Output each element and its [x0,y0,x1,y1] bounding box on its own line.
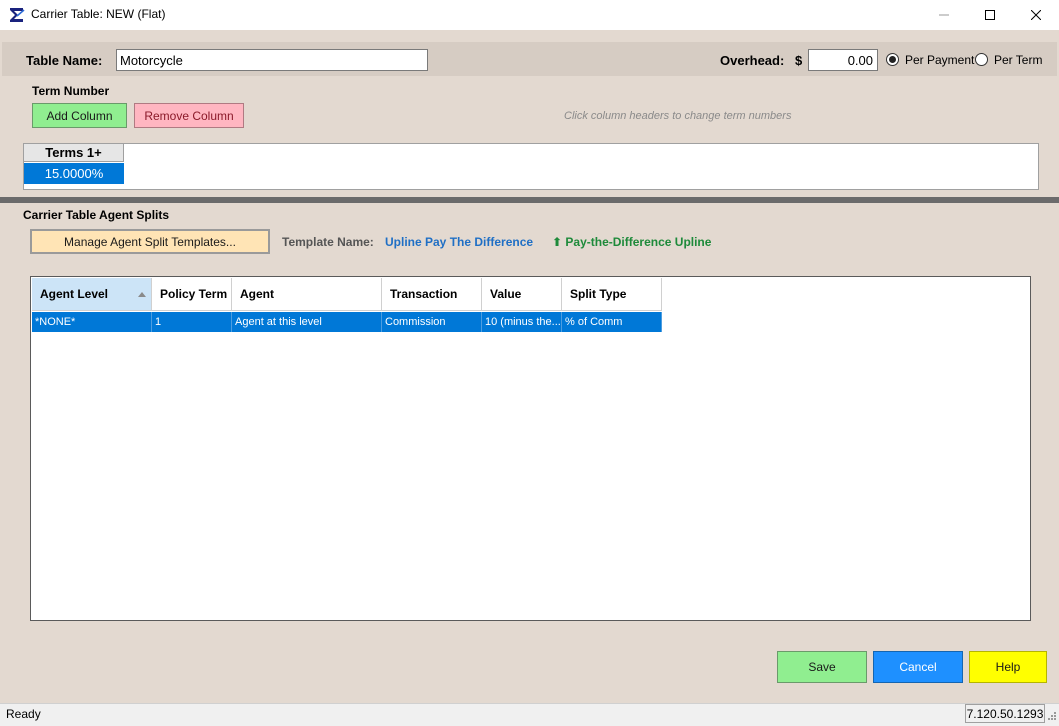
close-icon [1031,10,1041,20]
version-label: 7.120.50.1293 [965,704,1045,723]
table-cell-agent-level[interactable]: *NONE* [32,312,152,332]
add-column-button[interactable]: Add Column [32,103,127,128]
template-name-label: Template Name: [282,235,374,249]
column-header-label: Agent Level [40,287,109,301]
column-header-label: Split Type [570,287,627,301]
column-header-agent[interactable]: Agent [232,278,382,311]
column-header-label: Transaction [390,287,458,301]
overhead-input[interactable] [808,49,878,71]
currency-symbol: $ [795,53,803,68]
minimize-button[interactable] [921,0,967,30]
per-payment-label[interactable]: Per Payment [905,53,974,67]
terms-column-header[interactable]: Terms 1+ [24,144,124,162]
column-header-hint: Click column headers to change term numb… [564,110,792,122]
table-cell-transaction[interactable]: Commission [382,312,482,332]
minimize-icon [939,14,949,16]
terms-cell[interactable]: 15.0000% [24,163,124,184]
terms-grid [23,143,1039,190]
status-bar [0,703,1059,726]
per-payment-radio[interactable] [886,53,899,66]
window-title: Carrier Table: NEW (Flat) [31,7,166,21]
term-number-label: Term Number [32,84,110,98]
sigma-app-icon [10,8,25,22]
sort-ascending-icon [138,292,146,297]
column-header-policy-term[interactable]: Policy Term [152,278,232,311]
column-header-split-type[interactable]: Split Type [562,278,662,311]
cancel-button[interactable]: Cancel [873,651,963,683]
agent-splits-label: Carrier Table Agent Splits [23,208,170,222]
template-type-text: Pay-the-Difference Upline [565,235,712,249]
column-header-label: Agent [240,287,274,301]
maximize-icon [985,10,995,20]
column-header-transaction[interactable]: Transaction [382,278,482,311]
table-cell-policy-term[interactable]: 1 [152,312,232,332]
arrow-up-icon: ⬆︎ [552,235,563,249]
column-header-value[interactable]: Value [482,278,562,311]
section-splitter[interactable] [0,197,1059,203]
save-button[interactable]: Save [777,651,867,683]
column-header-label: Value [490,287,522,301]
per-term-radio[interactable] [975,53,988,66]
per-term-label[interactable]: Per Term [994,53,1042,67]
remove-column-button[interactable]: Remove Column [134,103,244,128]
resize-grip-icon[interactable] [1046,710,1057,722]
table-cell-value[interactable]: 10 (minus the... [482,312,562,332]
template-type-value: ⬆︎ Pay-the-Difference Upline [552,235,711,249]
maximize-button[interactable] [967,0,1013,30]
close-button[interactable] [1013,0,1059,30]
column-header-agent-level[interactable]: Agent Level [32,278,152,311]
table-cell-agent[interactable]: Agent at this level [232,312,382,332]
overhead-label: Overhead: [720,53,785,68]
table-name-label: Table Name: [26,53,103,68]
status-text: Ready [6,707,41,721]
template-name-value: Upline Pay The Difference [385,235,534,249]
table-cell-split-type[interactable]: % of Comm [562,312,662,332]
table-name-input[interactable] [116,49,428,71]
column-header-label: Policy Term [160,287,228,301]
help-button[interactable]: Help [969,651,1047,683]
manage-templates-button[interactable]: Manage Agent Split Templates... [30,229,270,254]
